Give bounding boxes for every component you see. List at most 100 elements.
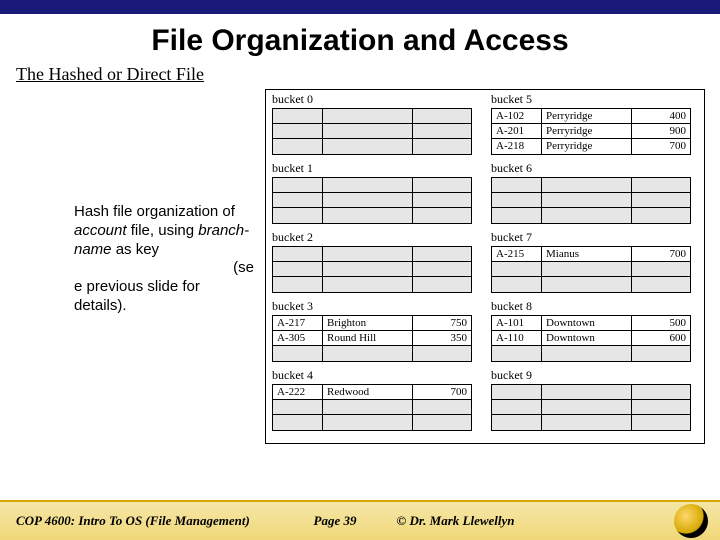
bucket: bucket 4 A-222Redwood700 (272, 368, 479, 431)
table-row (273, 208, 471, 223)
cell (273, 124, 323, 138)
bucket-label: bucket 9 (491, 368, 698, 383)
cell: A-102 (492, 109, 542, 123)
cell: 600 (632, 331, 690, 345)
cell (632, 262, 690, 276)
cell (542, 193, 632, 207)
table-row: A-101Downtown500 (492, 316, 690, 331)
cell (492, 385, 542, 399)
caption-text: Hash file organization of (74, 203, 235, 220)
bucket: bucket 5A-102Perryridge400A-201Perryridg… (491, 92, 698, 155)
cell (542, 178, 632, 192)
footer-author: © Dr. Mark Llewellyn (376, 513, 674, 529)
cell (632, 277, 690, 292)
bucket: bucket 9 (491, 368, 698, 431)
cell (273, 346, 323, 361)
cell: Perryridge (542, 139, 632, 154)
cell: Perryridge (542, 124, 632, 138)
cell (413, 247, 471, 261)
cell (632, 385, 690, 399)
table-row: A-222Redwood700 (273, 385, 471, 400)
cell: A-110 (492, 331, 542, 345)
cell (323, 208, 413, 223)
bucket-box (491, 384, 691, 431)
bucket-label: bucket 4 (272, 368, 479, 383)
table-row (273, 277, 471, 292)
cell (273, 178, 323, 192)
cell: Redwood (323, 385, 413, 399)
top-accent-bar (0, 0, 720, 14)
cell (413, 262, 471, 276)
cell (542, 385, 632, 399)
caption-italic: account (74, 222, 127, 239)
ucf-logo-icon (674, 504, 708, 538)
cell: Round Hill (323, 331, 413, 345)
caption-text: (se (233, 259, 254, 276)
cell: A-222 (273, 385, 323, 399)
cell (492, 208, 542, 223)
cell (492, 277, 542, 292)
table-row (492, 400, 690, 415)
bucket-label: bucket 5 (491, 92, 698, 107)
table-row (273, 193, 471, 208)
table-row (273, 124, 471, 139)
cell: 900 (632, 124, 690, 138)
cell (413, 193, 471, 207)
cell (542, 415, 632, 430)
cell: A-201 (492, 124, 542, 138)
slide-title: File Organization and Access (0, 14, 720, 64)
table-row (273, 247, 471, 262)
cell (323, 124, 413, 138)
hash-bucket-diagram: bucket 0bucket 1bucket 2bucket 3A-217Bri… (265, 89, 705, 444)
cell: 400 (632, 109, 690, 123)
bucket-box: A-222Redwood700 (272, 384, 472, 431)
cell: A-101 (492, 316, 542, 330)
bucket-box: A-101Downtown500A-110Downtown600 (491, 315, 691, 362)
bucket-box: A-215Mianus700 (491, 246, 691, 293)
bucket-label: bucket 3 (272, 299, 479, 314)
cell (323, 400, 413, 414)
cell (273, 247, 323, 261)
cell (632, 208, 690, 223)
cell (492, 262, 542, 276)
cell (413, 109, 471, 123)
bucket-label: bucket 6 (491, 161, 698, 176)
cell (413, 208, 471, 223)
bucket-box: A-102Perryridge400A-201Perryridge900A-21… (491, 108, 691, 155)
cell (413, 415, 471, 430)
cell (323, 109, 413, 123)
cell: 500 (632, 316, 690, 330)
cell: 700 (413, 385, 471, 399)
cell (273, 193, 323, 207)
table-row (273, 262, 471, 277)
bucket-label: bucket 2 (272, 230, 479, 245)
bucket-box: A-217Brighton750A-305Round Hill350 (272, 315, 472, 362)
cell (542, 208, 632, 223)
cell (413, 139, 471, 154)
bucket-label: bucket 7 (491, 230, 698, 245)
table-row (492, 277, 690, 292)
buckets-right-column: bucket 5A-102Perryridge400A-201Perryridg… (485, 90, 704, 443)
footer-course: COP 4600: Intro To OS (File Management) (0, 513, 294, 529)
bucket: bucket 1 (272, 161, 479, 224)
footer-page: Page 39 (294, 513, 377, 529)
cell (323, 139, 413, 154)
bucket-box (272, 108, 472, 155)
bucket: bucket 7A-215Mianus700 (491, 230, 698, 293)
cell (273, 262, 323, 276)
cell (632, 193, 690, 207)
bucket-box (491, 177, 691, 224)
cell (542, 277, 632, 292)
cell: 750 (413, 316, 471, 330)
cell (542, 400, 632, 414)
caption-text: as key (112, 241, 160, 258)
table-row: A-102Perryridge400 (492, 109, 690, 124)
cell (413, 346, 471, 361)
table-row (273, 178, 471, 193)
cell (323, 346, 413, 361)
buckets-left-column: bucket 0bucket 1bucket 2bucket 3A-217Bri… (266, 90, 485, 443)
cell (273, 208, 323, 223)
bucket: bucket 3A-217Brighton750A-305Round Hill3… (272, 299, 479, 362)
table-row (492, 178, 690, 193)
cell (273, 109, 323, 123)
